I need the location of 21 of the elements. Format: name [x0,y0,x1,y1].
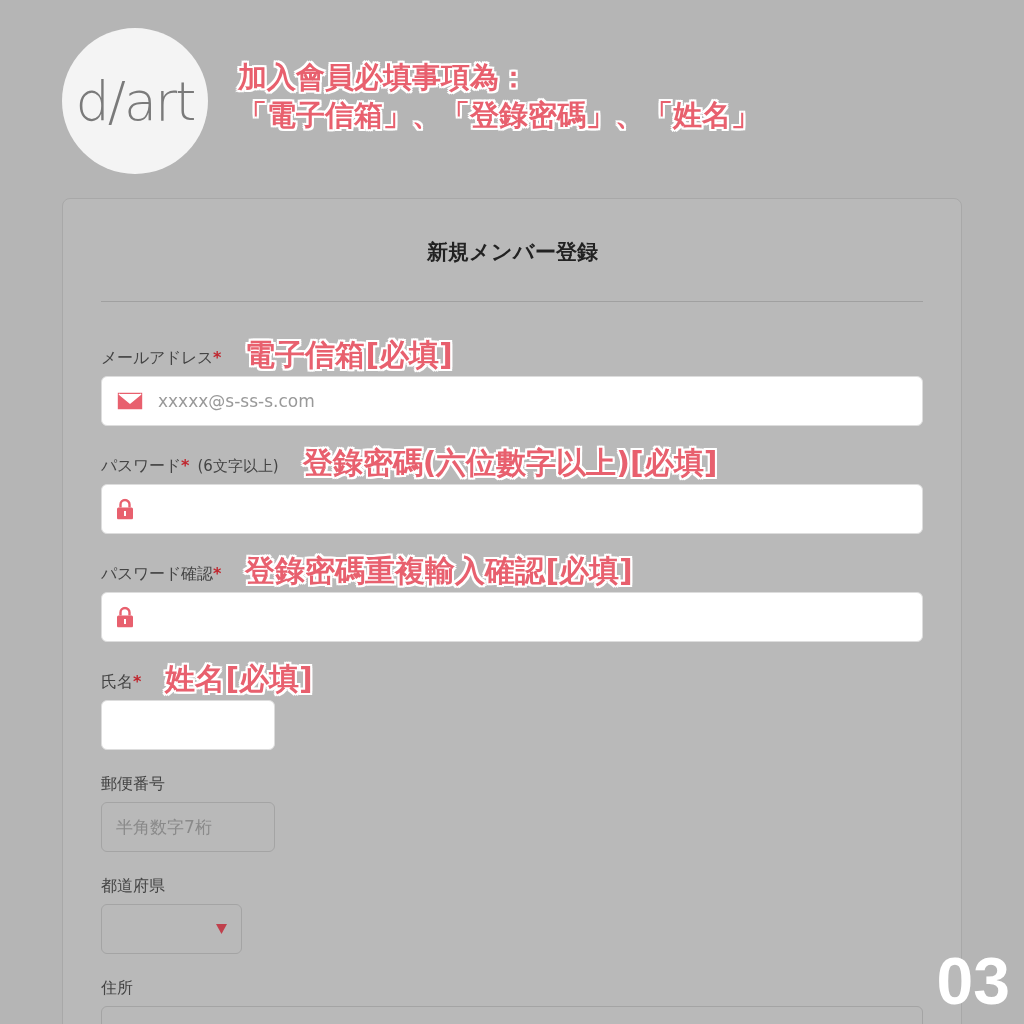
field-label: 住所 [101,976,133,999]
annotation: 登錄密碼(六位數字以上)[必填] [302,447,718,478]
logo: d/art [62,28,208,174]
envelope-icon [117,391,143,410]
headline: 「電子信箱」、「登錄密碼」、「姓名」 [238,97,760,134]
page-number: 03 [936,948,1010,1014]
headline: 加入會員必填事項為： [238,59,529,97]
dropdown-arrow-icon [216,923,227,934]
lock-icon [117,498,133,519]
field-label: メールアドレス* [101,346,222,369]
annotation: 登錄密碼重複輸入確認[必填] [245,555,633,586]
field-label: パスワード確認* [101,562,222,585]
annotation: 姓名[必填] [165,663,313,694]
form-title: 新規メンバー登録 [101,199,923,302]
field-label: 氏名* [101,670,142,693]
field-label: 都道府県 [101,874,165,897]
lock-icon [117,606,133,627]
field-label: 郵便番号 [101,772,165,795]
field-label: パスワード* (6文字以上) [101,454,279,477]
select-field[interactable] [101,903,242,954]
annotation: 電子信箱[必填] [245,339,453,370]
